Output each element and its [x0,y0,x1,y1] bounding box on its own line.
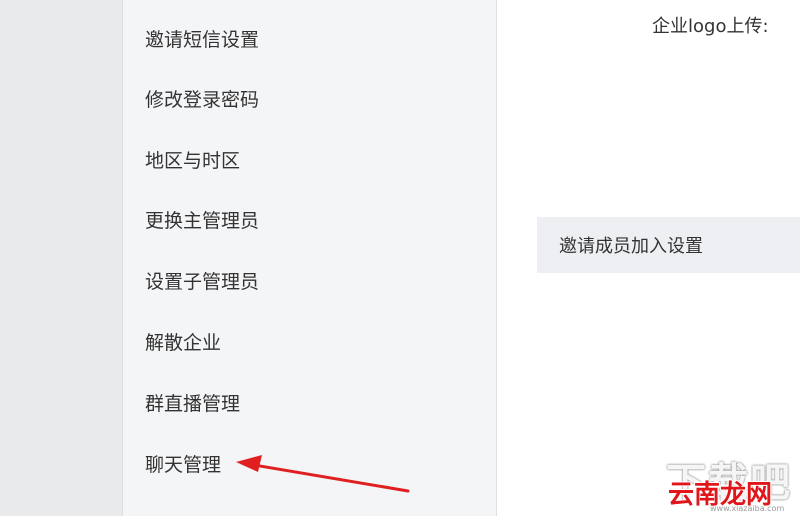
sidebar-item-change-main-admin[interactable]: 更换主管理员 [145,199,475,239]
sidebar-item-label: 邀请短信设置 [145,28,260,51]
logo-upload-label: 企业logo上传: [652,16,769,37]
watermark-logo: 下载吧 云南龙网 www.xiazaiba.com [640,452,800,516]
invite-members-section-header[interactable]: 邀请成员加入设置 [537,217,800,273]
watermark-url-text: www.xiazaiba.com [710,504,785,513]
sidebar-item-label: 聊天管理 [145,453,222,476]
sidebar-item-label: 设置子管理员 [145,270,260,293]
sidebar-item-change-password[interactable]: 修改登录密码 [145,78,475,118]
settings-content: 企业logo上传: 邀请成员加入设置 [498,0,800,516]
sidebar-item-dissolve-company[interactable]: 解散企业 [145,321,475,361]
sidebar-item-label: 地区与时区 [145,149,241,172]
sidebar-item-sub-admin[interactable]: 设置子管理员 [145,260,475,300]
sidebar-item-region-timezone[interactable]: 地区与时区 [145,139,475,179]
sidebar-item-group-live[interactable]: 群直播管理 [145,382,475,422]
sidebar-item-invite-sms[interactable]: 邀请短信设置 [145,18,475,58]
settings-sidebar: 邀请短信设置 修改登录密码 地区与时区 更换主管理员 设置子管理员 解散企业 群… [122,0,497,516]
invite-section-title: 邀请成员加入设置 [559,236,703,257]
left-gutter [0,0,122,516]
sidebar-item-chat-management[interactable]: 聊天管理 [145,443,475,483]
sidebar-item-label: 修改登录密码 [145,88,260,111]
sidebar-item-label: 群直播管理 [145,392,241,415]
sidebar-item-label: 更换主管理员 [145,209,260,232]
sidebar-item-label: 解散企业 [145,331,222,354]
